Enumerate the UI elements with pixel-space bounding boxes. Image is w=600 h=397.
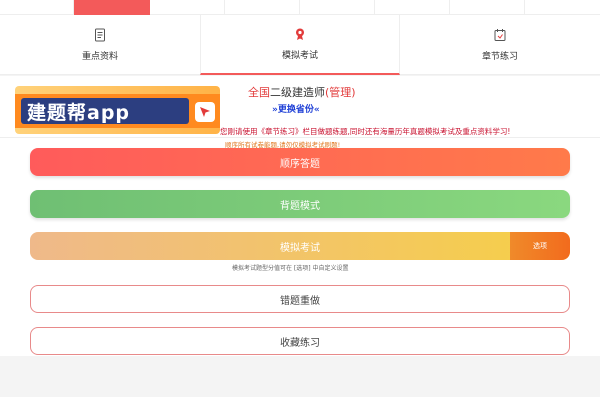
mock-exam-hint: 模拟考试题型分值可在 [选项] 中自定义设置 — [232, 265, 349, 272]
button-label: 顺序答题 — [280, 158, 320, 170]
sequence-answer-button[interactable]: 顺序答题 — [30, 148, 570, 176]
tab-bar: 重点资料 模拟考试 章节练习 — [0, 15, 600, 75]
redo-wrong-button[interactable]: 错题重做 — [30, 285, 570, 313]
tab-key-materials[interactable]: 重点资料 — [0, 15, 200, 75]
tab-label: 模拟考试 — [281, 51, 318, 61]
top-strip-segment — [300, 0, 375, 15]
top-strip-segment — [450, 0, 525, 15]
mock-exam-button[interactable]: 模拟考试 选项 — [30, 232, 570, 260]
document-icon — [95, 28, 105, 42]
change-province-link[interactable]: »更换省份« — [272, 102, 320, 115]
options-button[interactable]: 选项 — [510, 232, 570, 260]
calendar-icon — [494, 29, 506, 41]
top-strip-segment — [150, 0, 225, 15]
button-label: 收藏练习 — [280, 337, 320, 349]
top-strip — [0, 0, 600, 15]
tab-label: 章节练习 — [481, 52, 518, 62]
app-banner[interactable]: 建题帮app — [15, 86, 220, 134]
top-strip-segment — [225, 0, 300, 15]
tab-mock-exam[interactable]: 模拟考试 — [200, 15, 400, 75]
top-strip-segment — [0, 0, 74, 15]
exam-title: 全国二级建造师(管理) — [248, 84, 356, 100]
exam-title-prefix: 全国 — [248, 86, 270, 99]
button-label: 模拟考试 — [280, 242, 320, 254]
top-strip-segment — [375, 0, 450, 15]
divider — [0, 137, 600, 138]
exam-title-subject: (管理) — [325, 86, 356, 99]
medal-icon — [296, 28, 304, 40]
notice-text: 您刚请使用《章节练习》栏目做题练题,同时还有海量历年真题模拟考试及重点资料学习! — [220, 127, 511, 136]
banner-text: 建题帮app — [27, 101, 131, 124]
button-label: 背题模式 — [280, 200, 320, 212]
tab-label: 重点资料 — [81, 52, 118, 62]
button-label: 错题重做 — [280, 295, 320, 307]
banner-text-box: 建题帮app — [21, 98, 189, 124]
favorites-practice-button[interactable]: 收藏练习 — [30, 327, 570, 355]
exam-title-name: 二级建造师 — [270, 86, 325, 99]
tab-chapter-practice[interactable]: 章节练习 — [400, 15, 600, 75]
cursor-icon — [195, 102, 215, 122]
page: 重点资料 模拟考试 章节练习 建题帮app 全国二级建造师(管理) »更换省份«… — [0, 0, 600, 397]
memorize-mode-button[interactable]: 背题模式 — [30, 190, 570, 218]
top-strip-active-segment — [74, 0, 150, 15]
